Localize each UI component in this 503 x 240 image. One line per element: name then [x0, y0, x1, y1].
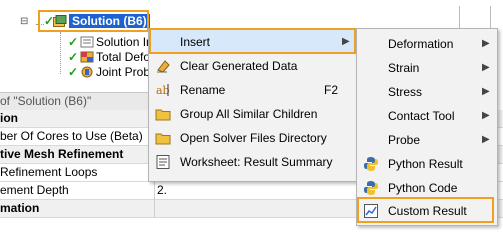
- submenu-item-probe[interactable]: Probe ▶: [357, 128, 495, 152]
- menu-item-label: Rename: [180, 83, 226, 97]
- details-row-key: Refinement Loops: [0, 165, 98, 179]
- details-row-key: ement Depth: [0, 183, 69, 197]
- details-header: of "Solution (B6)": [0, 92, 170, 111]
- submenu-item-label: Contact Tool: [388, 109, 455, 123]
- submenu-item-label: Python Result: [388, 157, 463, 171]
- solution-node-callout: [38, 10, 149, 32]
- info-icon: [80, 36, 94, 48]
- menu-item-open-solver-files-directory[interactable]: Open Solver Files Directory: [149, 126, 355, 150]
- submenu-arrow-icon: ▶: [482, 134, 490, 145]
- submenu-arrow-icon: ▶: [482, 38, 490, 49]
- tree-item-joint-probe[interactable]: ✓ Joint Probe: [62, 64, 157, 79]
- status-check-icon: ✓: [68, 50, 79, 64]
- submenu-item-label: Strain: [388, 61, 420, 75]
- submenu-arrow-icon: ▶: [482, 86, 490, 97]
- custom-result-callout: [357, 197, 494, 223]
- deformation-icon: [80, 51, 94, 63]
- menu-item-label: Open Solver Files Directory: [180, 131, 327, 145]
- details-panel: of "Solution (B6)" ion ber Of Cores to U…: [0, 92, 503, 231]
- details-row-key: mation: [0, 201, 40, 215]
- submenu-item-label: Stress: [388, 85, 423, 99]
- details-row-value[interactable]: 2.: [157, 182, 167, 199]
- menu-item-label: Clear Generated Data: [180, 59, 298, 73]
- python-icon: [363, 156, 379, 172]
- rename-icon: ab: [155, 82, 171, 98]
- submenu-item-python-result[interactable]: Python Result: [357, 152, 495, 176]
- status-check-icon: ✓: [68, 35, 79, 49]
- menu-item-group-all-similar-children[interactable]: Group All Similar Children: [149, 102, 355, 126]
- submenu-item-label: Deformation: [388, 37, 454, 51]
- folder-icon: [155, 130, 171, 146]
- probe-icon: [80, 66, 94, 78]
- menu-item-label: Group All Similar Children: [180, 107, 318, 121]
- details-row-key: ber Of Cores to Use (Beta): [0, 129, 143, 143]
- menu-item-label: Worksheet: Result Summary: [180, 155, 333, 169]
- tree-item-total-deformation[interactable]: ✓ Total Defo: [62, 49, 152, 64]
- tree-item-label: Total Defo: [96, 50, 151, 64]
- menu-item-rename[interactable]: ab Rename F2: [149, 78, 355, 102]
- tree-item-solution-information[interactable]: ✓ Solution In: [62, 34, 153, 49]
- eraser-icon: [155, 58, 171, 74]
- status-check-icon: ✓: [68, 65, 79, 79]
- menu-item-shortcut: F2: [324, 83, 339, 97]
- submenu-item-stress[interactable]: Stress ▶: [357, 80, 495, 104]
- folder-icon: [155, 106, 171, 122]
- details-row-key: tive Mesh Refinement: [0, 147, 124, 161]
- submenu-item-deformation[interactable]: Deformation ▶: [357, 32, 495, 56]
- details-row-key: ion: [0, 111, 18, 125]
- menu-item-worksheet-result-summary[interactable]: Worksheet: Result Summary: [149, 150, 355, 174]
- submenu-item-contact-tool[interactable]: Contact Tool ▶: [357, 104, 495, 128]
- menu-item-clear-generated-data[interactable]: Clear Generated Data: [149, 54, 355, 78]
- collapse-toggle[interactable]: ⊟: [20, 16, 28, 27]
- insert-callout: [149, 28, 356, 54]
- submenu-arrow-icon: ▶: [482, 62, 490, 73]
- tree-item-label: Solution In: [96, 35, 153, 49]
- worksheet-icon: [155, 154, 171, 170]
- python-icon: [363, 180, 379, 196]
- submenu-item-label: Probe: [388, 133, 421, 147]
- submenu-arrow-icon: ▶: [482, 110, 490, 121]
- submenu-item-strain[interactable]: Strain ▶: [357, 56, 495, 80]
